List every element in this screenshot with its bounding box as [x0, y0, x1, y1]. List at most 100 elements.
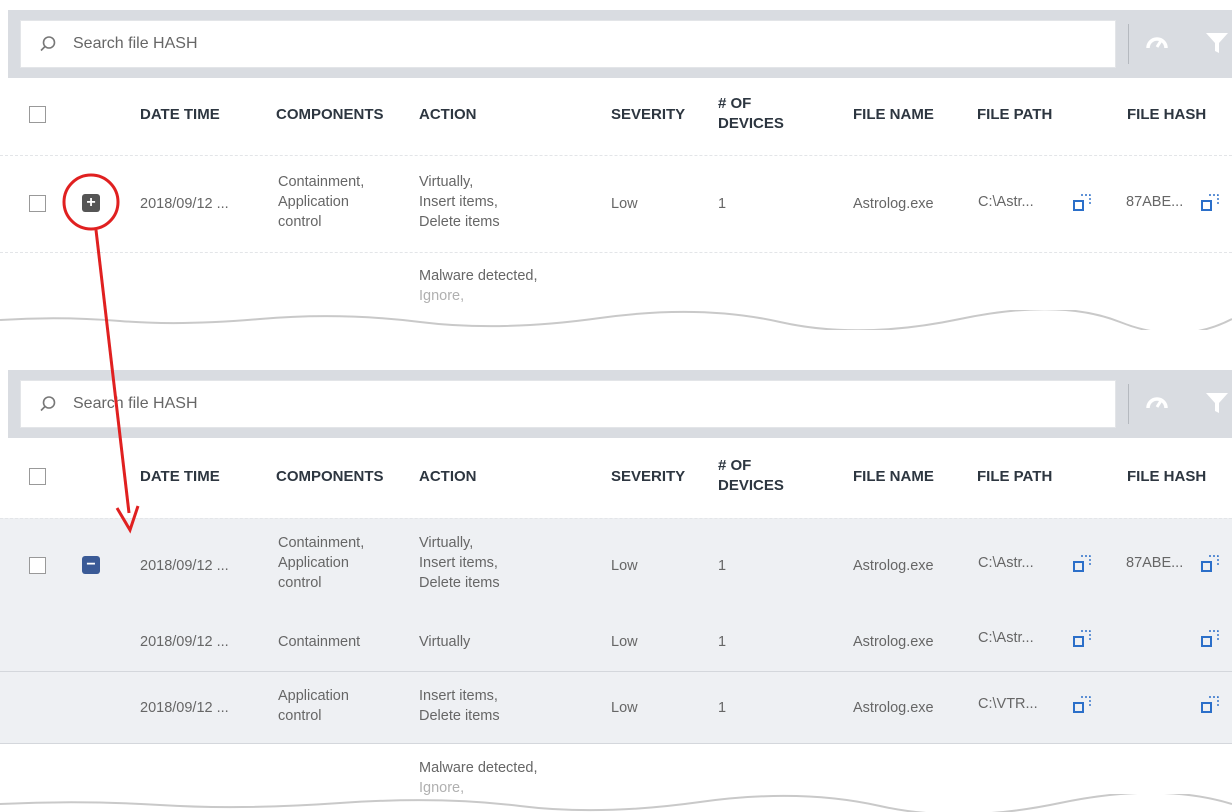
torn-edge: [0, 310, 1232, 330]
copy-icon[interactable]: [1200, 694, 1222, 716]
top-panel: Search file HASH DATE TIME COMPONENTS AC…: [0, 0, 1232, 330]
cell-file-path: C:\Astr...: [978, 194, 1034, 210]
action-line: Insert items,: [419, 555, 498, 571]
copy-icon[interactable]: [1072, 553, 1094, 575]
dashboard-icon[interactable]: [1144, 30, 1170, 56]
search-input[interactable]: Search file HASH: [20, 380, 1116, 428]
header-action[interactable]: ACTION: [419, 468, 477, 485]
header-action[interactable]: ACTION: [419, 106, 477, 123]
header-severity[interactable]: SEVERITY: [611, 106, 685, 123]
cell-devices: 1: [718, 700, 727, 716]
cell-severity: Low: [611, 634, 638, 650]
action-line: Malware detected,: [419, 760, 538, 776]
header-severity[interactable]: SEVERITY: [611, 468, 685, 485]
bottom-panel: Search file HASH DATE TIME COMPONENTS AC…: [0, 370, 1232, 812]
cell-file-hash: 87ABE...: [1126, 555, 1184, 571]
cell-severity: Low: [611, 196, 638, 212]
cell-file-path: C:\Astr...: [978, 630, 1034, 646]
table-header: DATE TIME COMPONENTS ACTION SEVERITY # O…: [0, 78, 1232, 158]
row-checkbox[interactable]: [29, 557, 46, 574]
dashboard-icon[interactable]: [1144, 390, 1170, 416]
cell-severity: Low: [611, 700, 638, 716]
action-line: Ignore,: [419, 288, 465, 304]
cell-file-name: Astrolog.exe: [853, 558, 934, 574]
header-file-path[interactable]: FILE PATH: [977, 468, 1052, 485]
search-icon: [40, 36, 56, 52]
cell-components: Application control: [278, 686, 349, 726]
copy-icon[interactable]: [1072, 628, 1094, 650]
search-placeholder: Search file HASH: [73, 395, 198, 412]
cell-devices: 1: [718, 558, 727, 574]
header-file-path[interactable]: FILE PATH: [977, 106, 1052, 123]
filter-icon[interactable]: [1204, 390, 1230, 416]
cell-severity: Low: [611, 558, 638, 574]
cell-action: Malware detected, Ignore,: [419, 758, 537, 798]
search-icon: [40, 396, 56, 412]
search-input[interactable]: Search file HASH: [20, 20, 1116, 68]
copy-icon[interactable]: [1200, 628, 1222, 650]
action-line: Virtually,: [419, 174, 474, 190]
expand-icon[interactable]: +: [82, 194, 100, 212]
search-toolbar: Search file HASH: [8, 10, 1232, 78]
action-line: Insert items,: [419, 194, 498, 210]
cell-date-time: 2018/09/12 ...: [140, 196, 229, 212]
cell-file-path: C:\Astr...: [978, 555, 1034, 571]
header-file-hash[interactable]: FILE HASH: [1127, 106, 1206, 123]
copy-icon[interactable]: [1200, 553, 1222, 575]
select-all-checkbox[interactable]: [29, 468, 46, 485]
table-header: DATE TIME COMPONENTS ACTION SEVERITY # O…: [0, 438, 1232, 518]
components-line: Containment,: [278, 535, 365, 551]
table-row-expanded[interactable]: − 2018/09/12 ... Containment, Applicatio…: [0, 518, 1232, 615]
action-line: Delete items: [419, 214, 500, 230]
header-components[interactable]: COMPONENTS: [276, 468, 384, 485]
cell-devices: 1: [718, 196, 727, 212]
cell-file-hash: 87ABE...: [1126, 194, 1184, 210]
header-devices-line1: # OF: [718, 95, 752, 112]
cell-action: Virtually: [419, 634, 471, 650]
header-file-hash[interactable]: FILE HASH: [1127, 468, 1206, 485]
header-components[interactable]: COMPONENTS: [276, 106, 384, 123]
toolbar-divider: [1128, 384, 1129, 424]
table-row[interactable]: + 2018/09/12 ... Containment, Applicatio…: [0, 155, 1232, 253]
cell-action: Virtually, Insert items, Delete items: [419, 172, 500, 232]
collapse-icon[interactable]: −: [82, 556, 100, 574]
row-checkbox[interactable]: [29, 195, 46, 212]
table-subrow[interactable]: 2018/09/12 ... Containment Virtually Low…: [0, 614, 1232, 672]
action-line: Delete items: [419, 575, 500, 591]
components-line: control: [278, 575, 322, 591]
cell-components: Containment: [278, 634, 361, 650]
cell-date-time: 2018/09/12 ...: [140, 634, 229, 650]
search-placeholder: Search file HASH: [73, 35, 198, 52]
action-line: Insert items,: [419, 688, 498, 704]
header-date-time[interactable]: DATE TIME: [140, 106, 220, 123]
components-line: control: [278, 214, 322, 230]
search-toolbar: Search file HASH: [8, 370, 1232, 438]
action-line: Virtually,: [419, 535, 474, 551]
header-devices-line2: DEVICES: [718, 477, 784, 494]
copy-icon[interactable]: [1200, 192, 1222, 214]
cell-components: Containment, Application control: [278, 172, 364, 232]
action-line: Malware detected,: [419, 268, 538, 284]
header-file-name[interactable]: FILE NAME: [853, 106, 934, 123]
components-line: Application: [278, 555, 349, 571]
header-date-time[interactable]: DATE TIME: [140, 468, 220, 485]
table-subrow[interactable]: 2018/09/12 ... Application control Inser…: [0, 672, 1232, 744]
components-line: Containment,: [278, 174, 365, 190]
header-file-name[interactable]: FILE NAME: [853, 468, 934, 485]
header-devices[interactable]: # OF DEVICES: [718, 456, 784, 496]
components-line: control: [278, 708, 322, 724]
header-devices[interactable]: # OF DEVICES: [718, 94, 784, 134]
select-all-checkbox[interactable]: [29, 106, 46, 123]
cell-date-time: 2018/09/12 ...: [140, 558, 229, 574]
header-devices-line1: # OF: [718, 457, 752, 474]
torn-edge: [0, 794, 1232, 812]
copy-icon[interactable]: [1072, 694, 1094, 716]
filter-icon[interactable]: [1204, 30, 1230, 56]
cell-action: Virtually, Insert items, Delete items: [419, 533, 500, 593]
cell-file-name: Astrolog.exe: [853, 700, 934, 716]
header-devices-line2: DEVICES: [718, 115, 784, 132]
cell-file-path: C:\VTR...: [978, 696, 1038, 712]
cell-devices: 1: [718, 634, 727, 650]
copy-icon[interactable]: [1072, 192, 1094, 214]
components-line: Application: [278, 688, 349, 704]
